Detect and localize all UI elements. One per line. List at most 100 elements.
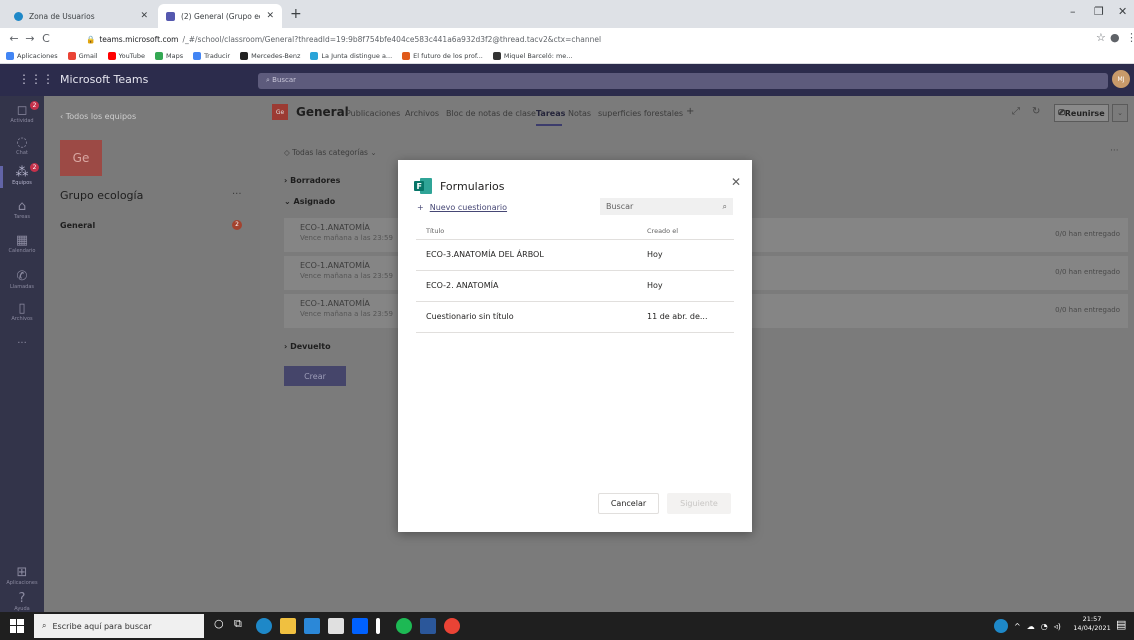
- rail-item-help[interactable]: ? Ayuda: [0, 591, 44, 613]
- bookmark-gmail[interactable]: Gmail: [67, 51, 98, 60]
- word-icon[interactable]: [420, 618, 436, 634]
- futuro-icon: [402, 51, 411, 60]
- bookmark-barcelo[interactable]: Miquel Barceló: me...: [492, 51, 573, 60]
- maximize-icon[interactable]: ❐: [1094, 5, 1104, 18]
- section-drafts[interactable]: › Borradores: [284, 176, 340, 185]
- table-row[interactable]: ECO-2. ANATOMÍA Hoy: [416, 271, 734, 302]
- gmail-icon: [67, 51, 76, 60]
- help-icon: ?: [18, 591, 26, 606]
- bookmark-futuro[interactable]: El futuro de los prof...: [402, 51, 483, 60]
- tab-archivos[interactable]: Archivos: [405, 109, 439, 118]
- notification-icon[interactable]: ▤: [1116, 618, 1126, 631]
- form-created: Hoy: [647, 281, 663, 290]
- profile-icon[interactable]: ●: [1110, 31, 1120, 44]
- section-returned[interactable]: › Devuelto: [284, 342, 331, 351]
- app-icon[interactable]: [376, 618, 380, 634]
- rail-more-icon[interactable]: ···: [0, 338, 44, 349]
- url-field[interactable]: 🔒 teams.microsoft.com/_#/school/classroo…: [86, 32, 1036, 46]
- tab-tareas[interactable]: Tareas: [536, 109, 565, 118]
- new-quiz-link[interactable]: + Nuevo cuestionario: [417, 203, 507, 212]
- close-window-icon[interactable]: ✕: [1118, 5, 1127, 18]
- create-button[interactable]: Crear: [284, 366, 346, 386]
- rail-item-apps[interactable]: ⊞ Aplicaciones: [0, 565, 44, 587]
- team-avatar: Ge: [60, 140, 102, 176]
- mail-icon[interactable]: [304, 618, 320, 634]
- tab-bloc-notas[interactable]: Bloc de notas de clase: [446, 109, 536, 118]
- rail-item-files[interactable]: ▯ Archivos: [0, 301, 44, 323]
- rail-item-assignments[interactable]: ⌂ Tareas: [0, 199, 44, 221]
- bookmark-mercedes[interactable]: Mercedes-Benz: [240, 51, 300, 60]
- dialog-search-input[interactable]: Buscar ⌕: [600, 198, 733, 215]
- back-to-teams-link[interactable]: ‹ Todos los equipos: [60, 112, 136, 121]
- volume-icon[interactable]: ◃): [1054, 622, 1061, 631]
- expand-icon[interactable]: ⤢: [1012, 106, 1020, 117]
- chevron-up-icon[interactable]: ^: [1014, 622, 1021, 631]
- file-icon: ▯: [18, 301, 26, 316]
- section-assigned[interactable]: ⌄ Asignado: [284, 197, 335, 206]
- bookmark-maps[interactable]: Maps: [155, 51, 183, 60]
- menu-dots-icon[interactable]: ⋮: [1126, 31, 1134, 44]
- store-icon[interactable]: [328, 618, 344, 634]
- teams-search-input[interactable]: ⌕ Buscar: [258, 73, 1108, 89]
- spotify-icon[interactable]: [396, 618, 412, 634]
- table-row[interactable]: ECO-3.ANATOMÍA DEL ÁRBOL Hoy: [416, 240, 734, 271]
- reload-icon[interactable]: C: [38, 32, 54, 45]
- windows-start-icon[interactable]: [10, 619, 24, 633]
- assignments-icon: ⌂: [17, 199, 27, 214]
- cancel-button[interactable]: Cancelar: [598, 493, 659, 514]
- back-arrow-icon[interactable]: ←: [6, 32, 22, 45]
- cortana-icon[interactable]: ○: [214, 617, 224, 630]
- teams-badge: 2: [30, 163, 39, 172]
- tab-superficies[interactable]: superficies forestales: [598, 109, 683, 118]
- forward-arrow-icon[interactable]: →: [22, 32, 38, 45]
- minimize-icon[interactable]: –: [1070, 5, 1076, 18]
- rail-item-chat[interactable]: ◌ Chat: [0, 136, 44, 157]
- task-view-icon[interactable]: ⧉: [234, 617, 242, 631]
- tab-notas[interactable]: Notas: [568, 109, 591, 118]
- cloud-icon[interactable]: ☁: [1027, 622, 1035, 631]
- add-tab-icon[interactable]: +: [686, 106, 694, 117]
- status-icon[interactable]: [994, 619, 1008, 633]
- more-options-icon[interactable]: ···: [1110, 146, 1119, 156]
- category-filter[interactable]: ◇ Todas las categorías ⌄: [284, 148, 377, 157]
- tab-publicaciones[interactable]: Publicaciones: [346, 109, 400, 118]
- youtube-icon: [107, 51, 116, 60]
- bookmark-apps[interactable]: Aplicaciones: [6, 51, 58, 60]
- url-host: teams.microsoft.com: [99, 34, 179, 44]
- refresh-icon[interactable]: ↻: [1032, 106, 1040, 117]
- bookmarks-bar: Aplicaciones Gmail YouTube Maps Traducir…: [0, 48, 1134, 64]
- chrome-icon[interactable]: [444, 618, 460, 634]
- close-tab-icon[interactable]: ✕: [266, 11, 274, 21]
- team-more-icon[interactable]: ···: [232, 189, 242, 200]
- clock[interactable]: 21:57 14/04/2021: [1072, 612, 1112, 633]
- meet-button[interactable]: ⎚ Reunirse: [1054, 104, 1109, 122]
- bookmark-junta[interactable]: La Junta distingue a...: [310, 51, 392, 60]
- team-name: Grupo ecología: [60, 189, 144, 202]
- next-button[interactable]: Siguiente: [667, 493, 731, 514]
- dropbox-icon[interactable]: [352, 618, 368, 634]
- translate-icon: [193, 51, 202, 60]
- activity-badge: 2: [30, 101, 39, 110]
- star-icon[interactable]: ☆: [1096, 31, 1106, 44]
- app-launcher-icon[interactable]: ⋮⋮⋮: [18, 72, 54, 86]
- browser-tab-active[interactable]: (2) General (Grupo ecología) | Mi ✕: [158, 4, 282, 28]
- close-tab-icon[interactable]: ✕: [140, 11, 148, 21]
- network-icon[interactable]: ◔: [1041, 622, 1048, 631]
- new-tab-icon[interactable]: +: [290, 6, 302, 22]
- avatar[interactable]: MJ: [1112, 70, 1130, 88]
- browser-tab[interactable]: Zona de Usuarios ✕: [6, 4, 156, 28]
- table-row[interactable]: Cuestionario sin título 11 de abr. de...: [416, 302, 734, 333]
- bookmark-youtube[interactable]: YouTube: [107, 51, 145, 60]
- time-text: 21:57: [1082, 615, 1102, 623]
- meet-dropdown-icon[interactable]: ⌄: [1112, 104, 1128, 122]
- rail-item-calendar[interactable]: ▦ Calendario: [0, 234, 44, 255]
- edge-icon[interactable]: [256, 618, 272, 634]
- bookmark-translate[interactable]: Traducir: [193, 51, 230, 60]
- channel-general[interactable]: General: [60, 221, 95, 230]
- taskbar-search-input[interactable]: ⌕ Escribe aquí para buscar: [34, 614, 204, 638]
- file-explorer-icon[interactable]: [280, 618, 296, 634]
- apps-icon: ⊞: [16, 565, 28, 580]
- column-created: Creado el: [647, 227, 679, 235]
- close-icon[interactable]: ✕: [731, 175, 741, 189]
- rail-item-calls[interactable]: ✆ Llamadas: [0, 270, 44, 291]
